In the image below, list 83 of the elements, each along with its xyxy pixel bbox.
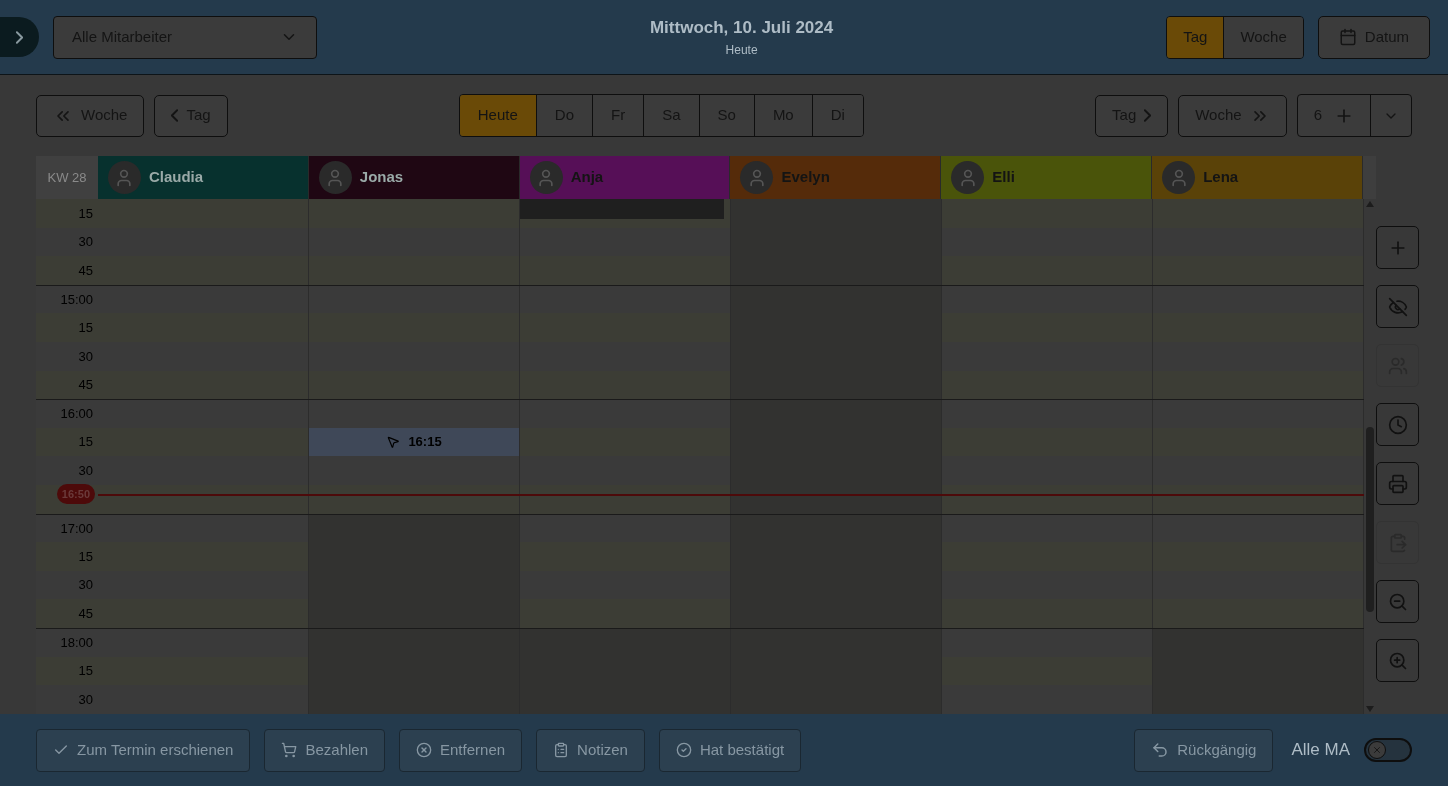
time-label: 17:00 [60,519,93,538]
week-number: KW 28 [36,156,98,199]
time-slot[interactable] [309,256,520,285]
staff-name: Lena [1203,167,1239,188]
scroll-up-icon [1366,201,1374,207]
time-slot[interactable] [1153,199,1364,228]
sidebar-toggle[interactable] [0,17,39,57]
time-slot[interactable] [309,199,520,228]
staff-name: Elli [992,167,1015,188]
time-label: 15 [78,662,93,681]
time-label: 45 [78,376,93,395]
pointer-icon [386,435,401,450]
print-icon [1387,473,1408,494]
time-label: 30 [78,690,93,709]
time-label: 15 [78,318,93,337]
zoom-out-icon [1387,591,1408,612]
toggle-switch[interactable] [1364,738,1412,762]
zoom-in-button[interactable] [1376,639,1419,682]
time-slot[interactable] [520,256,731,285]
time-slot[interactable] [1153,599,1364,628]
person-icon [747,167,767,188]
staff-name: Jonas [359,167,404,188]
staff-name: Evelyn [781,167,830,188]
date-subtitle: Heute [725,41,758,59]
time-slot[interactable] [520,199,731,228]
time-label: 15 [78,547,93,566]
time-slot[interactable] [942,599,1153,628]
clipboard-icon [553,742,570,758]
eye-off-icon [1387,296,1408,317]
day-tab[interactable]: Heute [459,95,537,136]
zoom-out-button[interactable] [1376,580,1419,623]
appointment-block[interactable] [520,199,724,219]
chevron-left-icon [171,109,179,122]
slot-time: 16:15 [408,433,442,452]
scroll-down-icon [1366,706,1374,712]
time-slot[interactable] [942,256,1153,285]
time-label: 15 [78,204,93,223]
time-slot[interactable] [98,199,309,228]
time-slot[interactable] [309,370,520,400]
time-slot[interactable] [98,427,309,457]
close-icon [1372,745,1382,755]
add-button[interactable] [1376,226,1419,269]
scrollbar[interactable] [1364,199,1376,714]
zoom-in-icon [1387,650,1408,671]
calendar-icon [1338,28,1357,46]
staff-name: Claudia [148,167,204,188]
time-label: 16:00 [60,405,93,424]
scrollbar-thumb[interactable] [1366,427,1374,612]
time-slot[interactable] [520,370,731,400]
toggle-label: Alle MA [1291,739,1350,762]
undo-icon [1151,741,1170,759]
time-slot[interactable] [942,370,1153,400]
time-slot[interactable] [98,370,309,400]
time-label: 18:00 [60,633,93,652]
time-label: 15:00 [60,290,93,309]
date-title: Mittwoch, 10. Juli 2024 [649,17,834,40]
time-slot[interactable] [520,427,731,457]
time-label: 45 [78,604,93,623]
cart-icon [281,742,298,758]
time-slot[interactable] [1153,370,1364,400]
time-label: 45 [78,261,93,280]
chevron-right-icon [16,30,23,44]
time-label: 30 [78,233,93,252]
staff-name: Anja [570,167,604,188]
hide-button[interactable] [1376,285,1419,328]
chevron-right-icon [1144,109,1152,122]
time-slot[interactable] [98,599,309,628]
time-slot[interactable] [520,599,731,628]
clock-icon [1387,414,1408,435]
time-slot[interactable] [98,256,309,285]
time-slot-hover[interactable]: 16:15 [309,427,520,457]
time-slot[interactable] [1153,256,1364,285]
time-label: 30 [78,576,93,595]
time-label: 30 [78,347,93,366]
print-button[interactable] [1376,462,1419,505]
time-button[interactable] [1376,403,1419,446]
time-label: 15 [78,433,93,452]
circle-check-icon [675,742,692,758]
view-tab[interactable]: Tag [1167,16,1225,58]
header-corner [1363,156,1376,199]
circle-x-icon [416,742,432,758]
time-label: 30 [78,461,93,480]
time-slot[interactable] [942,199,1153,228]
